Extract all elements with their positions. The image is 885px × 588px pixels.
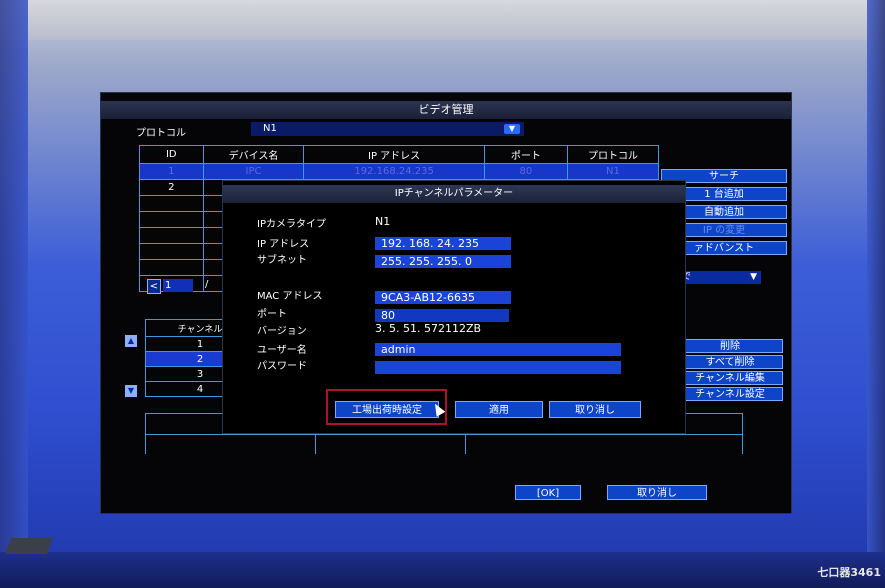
column-header: プロトコル <box>566 145 660 164</box>
protocol-value: N1 <box>263 123 277 134</box>
watermark: 七口器3461 <box>817 566 881 579</box>
cell-port: 80 <box>483 163 568 180</box>
subnet-field[interactable]: 255. 255. 255. 0 <box>375 255 511 268</box>
ip-address-field[interactable]: 192. 168. 24. 235 <box>375 237 511 250</box>
table-row[interactable]: 1 IPC 192.168.24.235 80 N1 <box>139 163 660 180</box>
channel-edit-button[interactable]: チャンネル編集 <box>677 371 783 385</box>
camera-type-label: IPカメラタイプ <box>257 219 326 230</box>
cell-id: 2 <box>139 179 204 196</box>
subnet-label: サブネット <box>257 255 307 266</box>
cell-proto: N1 <box>566 163 660 180</box>
apply-button[interactable]: 適用 <box>455 401 543 418</box>
ok-button[interactable]: [OK] <box>515 485 581 500</box>
page-prev-icon[interactable]: < <box>147 279 161 294</box>
username-label: ユーザー名 <box>257 345 307 356</box>
monitor-bezel-right <box>867 0 885 588</box>
delete-all-button[interactable]: すべて削除 <box>677 355 783 369</box>
column-header: ID <box>139 145 204 164</box>
monitor-bezel-left <box>0 0 28 588</box>
ip-address-label: IP アドレス <box>257 239 310 250</box>
scroll-up-icon[interactable]: ▲ <box>125 335 137 347</box>
dialog-title: IPチャンネルパラメーター <box>223 185 685 203</box>
version-label: バージョン <box>257 326 307 337</box>
protocol-select[interactable]: N1 ▼ <box>251 122 524 136</box>
password-field[interactable] <box>375 361 621 374</box>
port-field[interactable]: 80 <box>375 309 509 322</box>
column-header: ポート <box>483 145 568 164</box>
filter-select[interactable]: で ▼ <box>679 271 761 284</box>
port-label: ポート <box>257 309 287 320</box>
cell-ip: 192.168.24.235 <box>303 163 485 180</box>
password-label: パスワード <box>257 361 307 372</box>
page-separator: / <box>205 279 209 290</box>
cell-id: 1 <box>139 163 204 180</box>
column-header: IP アドレス <box>303 145 485 164</box>
username-field[interactable]: admin <box>375 343 621 356</box>
delete-button[interactable]: 削除 <box>677 339 783 353</box>
window-title: ビデオ管理 <box>101 101 791 119</box>
channel-settings-button[interactable]: チャンネル設定 <box>677 387 783 401</box>
chevron-down-icon[interactable]: ▼ <box>504 124 520 134</box>
device-table-header: ID デバイス名 IP アドレス ポート プロトコル <box>139 145 660 164</box>
cancel-button[interactable]: 取り消し <box>607 485 707 500</box>
cell-name: IPC <box>202 163 305 180</box>
highlight-box <box>326 389 447 425</box>
version-value: 3. 5. 51. 572112ZB <box>375 322 482 335</box>
dialog-cancel-button[interactable]: 取り消し <box>549 401 641 418</box>
monitor-bezel-top <box>0 0 885 40</box>
ip-channel-parameter-dialog: IPチャンネルパラメーター IPカメラタイプ N1 IP アドレス 192. 1… <box>222 180 686 434</box>
page-number[interactable]: 1 <box>163 279 193 292</box>
mac-address-label: MAC アドレス <box>257 291 323 302</box>
chevron-down-icon: ▼ <box>750 272 757 282</box>
protocol-label: プロトコル <box>136 128 186 139</box>
camera-type-value: N1 <box>375 215 391 228</box>
scroll-down-icon[interactable]: ▼ <box>125 385 137 397</box>
mac-address-field[interactable]: 9CA3-AB12-6635 <box>375 291 511 304</box>
column-header: デバイス名 <box>202 145 305 164</box>
bezel-sticker <box>5 538 53 554</box>
monitor-bezel-bottom <box>0 552 885 588</box>
